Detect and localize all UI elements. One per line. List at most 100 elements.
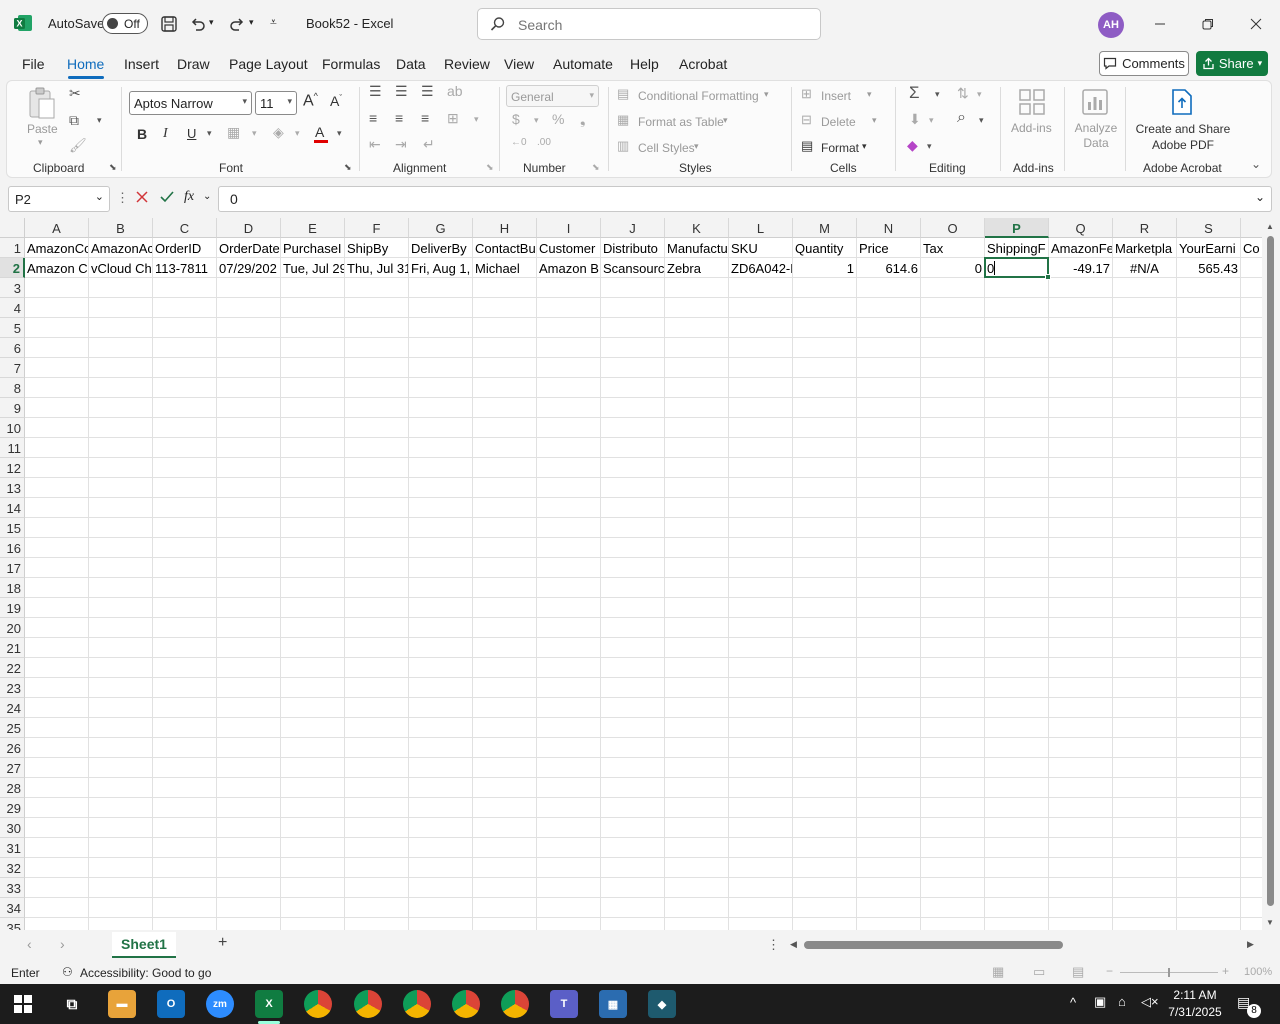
cell-n5[interactable] xyxy=(857,318,921,338)
column-header-c[interactable]: C xyxy=(153,218,217,238)
cell-d16[interactable] xyxy=(217,538,281,558)
cell-q23[interactable] xyxy=(1049,678,1113,698)
tab-draw[interactable]: Draw xyxy=(177,56,210,72)
cell-d21[interactable] xyxy=(217,638,281,658)
cell-m26[interactable] xyxy=(793,738,857,758)
cell-g33[interactable] xyxy=(409,878,473,898)
cell-r6[interactable] xyxy=(1113,338,1177,358)
cell-o27[interactable] xyxy=(921,758,985,778)
cell-d1[interactable]: OrderDate xyxy=(217,238,281,258)
format-cells-icon[interactable]: ▤ xyxy=(801,138,813,154)
cell-d33[interactable] xyxy=(217,878,281,898)
cell-h13[interactable] xyxy=(473,478,537,498)
cell-c34[interactable] xyxy=(153,898,217,918)
cell-m2[interactable]: 1 xyxy=(793,258,857,278)
cell-r4[interactable] xyxy=(1113,298,1177,318)
cell-q18[interactable] xyxy=(1049,578,1113,598)
conditional-formatting-button[interactable]: Conditional Formatting xyxy=(638,89,759,103)
cell-j12[interactable] xyxy=(601,458,665,478)
cell-i31[interactable] xyxy=(537,838,601,858)
cell-e2[interactable]: Tue, Jul 29 xyxy=(281,258,345,278)
cell-i16[interactable] xyxy=(537,538,601,558)
cell-b29[interactable] xyxy=(89,798,153,818)
cell-i2[interactable]: Amazon B xyxy=(537,258,601,278)
cell-r9[interactable] xyxy=(1113,398,1177,418)
cell-e13[interactable] xyxy=(281,478,345,498)
cell-h6[interactable] xyxy=(473,338,537,358)
cell-p28[interactable] xyxy=(985,778,1049,798)
cell-g21[interactable] xyxy=(409,638,473,658)
borders-dropdown-icon[interactable]: ▾ xyxy=(252,128,257,139)
cell-o30[interactable] xyxy=(921,818,985,838)
cell-q2[interactable]: -49.17 xyxy=(1049,258,1113,278)
cell-f2[interactable]: Thu, Jul 31 xyxy=(345,258,409,278)
cell-s10[interactable] xyxy=(1177,418,1241,438)
cell-o20[interactable] xyxy=(921,618,985,638)
cell-h17[interactable] xyxy=(473,558,537,578)
decrease-indent-icon[interactable]: ⇤ xyxy=(369,136,381,153)
cell-b34[interactable] xyxy=(89,898,153,918)
cell-d13[interactable] xyxy=(217,478,281,498)
cell-a25[interactable] xyxy=(25,718,89,738)
cell-j14[interactable] xyxy=(601,498,665,518)
cell-partial35[interactable] xyxy=(1241,918,1262,930)
cell-g13[interactable] xyxy=(409,478,473,498)
cell-k27[interactable] xyxy=(665,758,729,778)
cell-q20[interactable] xyxy=(1049,618,1113,638)
cell-n29[interactable] xyxy=(857,798,921,818)
cell-p22[interactable] xyxy=(985,658,1049,678)
cell-o31[interactable] xyxy=(921,838,985,858)
cell-k18[interactable] xyxy=(665,578,729,598)
cell-p11[interactable] xyxy=(985,438,1049,458)
cell-p19[interactable] xyxy=(985,598,1049,618)
cell-p6[interactable] xyxy=(985,338,1049,358)
cell-l17[interactable] xyxy=(729,558,793,578)
cell-s3[interactable] xyxy=(1177,278,1241,298)
tab-acrobat[interactable]: Acrobat xyxy=(679,56,727,72)
autosum-icon[interactable]: Σ xyxy=(909,83,920,103)
cell-b13[interactable] xyxy=(89,478,153,498)
cell-h28[interactable] xyxy=(473,778,537,798)
cell-q13[interactable] xyxy=(1049,478,1113,498)
row-header-16[interactable]: 16 xyxy=(0,538,25,558)
cell-g30[interactable] xyxy=(409,818,473,838)
cell-p14[interactable] xyxy=(985,498,1049,518)
cell-o11[interactable] xyxy=(921,438,985,458)
show-hidden-icons-icon[interactable]: ^ xyxy=(1070,995,1076,1010)
cell-j15[interactable] xyxy=(601,518,665,538)
cell-e22[interactable] xyxy=(281,658,345,678)
cell-l25[interactable] xyxy=(729,718,793,738)
cell-s14[interactable] xyxy=(1177,498,1241,518)
zoom-level[interactable]: 100% xyxy=(1244,966,1272,978)
column-header-k[interactable]: K xyxy=(665,218,729,238)
cell-m28[interactable] xyxy=(793,778,857,798)
delete-cells-icon[interactable]: ⊟ xyxy=(801,112,812,128)
cell-f34[interactable] xyxy=(345,898,409,918)
row-header-15[interactable]: 15 xyxy=(0,518,25,538)
column-header-i[interactable]: I xyxy=(537,218,601,238)
cell-o8[interactable] xyxy=(921,378,985,398)
cell-k25[interactable] xyxy=(665,718,729,738)
cell-o1[interactable]: Tax xyxy=(921,238,985,258)
cell-n17[interactable] xyxy=(857,558,921,578)
cell-c5[interactable] xyxy=(153,318,217,338)
cell-h3[interactable] xyxy=(473,278,537,298)
row-header-26[interactable]: 26 xyxy=(0,738,25,758)
cell-f8[interactable] xyxy=(345,378,409,398)
row-header-24[interactable]: 24 xyxy=(0,698,25,718)
redo-dropdown-icon[interactable]: ▾ xyxy=(249,17,254,28)
column-header-m[interactable]: M xyxy=(793,218,857,238)
cell-m33[interactable] xyxy=(793,878,857,898)
cell-j18[interactable] xyxy=(601,578,665,598)
cell-g28[interactable] xyxy=(409,778,473,798)
cell-f24[interactable] xyxy=(345,698,409,718)
cell-q11[interactable] xyxy=(1049,438,1113,458)
cell-i19[interactable] xyxy=(537,598,601,618)
cell-m7[interactable] xyxy=(793,358,857,378)
cell-partial7[interactable] xyxy=(1241,358,1262,378)
cell-o25[interactable] xyxy=(921,718,985,738)
cell-partial32[interactable] xyxy=(1241,858,1262,878)
cell-l10[interactable] xyxy=(729,418,793,438)
cell-g9[interactable] xyxy=(409,398,473,418)
cell-a7[interactable] xyxy=(25,358,89,378)
